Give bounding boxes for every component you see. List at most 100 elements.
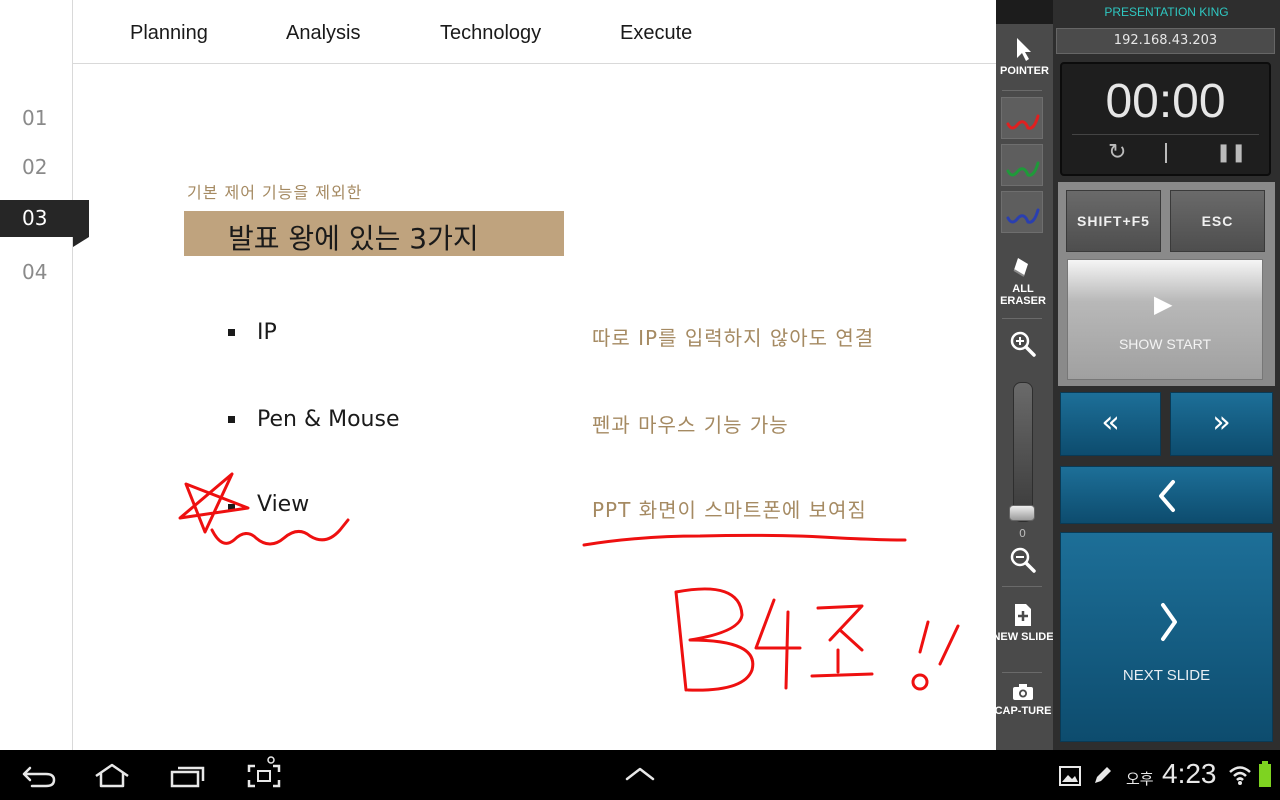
ink-star-scribble [178,472,250,534]
tool-strip-header [996,0,1053,24]
presentation-timer: 00:00 ↻ ❚❚ [1060,62,1271,176]
slide-view[interactable]: Planning Analysis Technology Execute 01 … [0,0,996,750]
slideshow-keys: SHIFT+F5 ESC ▶ SHOW START [1058,182,1275,386]
ink-handwriting-4 [754,598,802,690]
home-icon[interactable] [92,762,132,788]
wifi-icon [1229,766,1251,785]
timer-reset-icon[interactable]: ↻ [1108,140,1126,165]
tool-divider [1002,90,1042,91]
pointer-button[interactable]: POINTER [1000,36,1049,77]
item-label-ip: IP [257,320,277,345]
all-eraser-label: ALL ERASER [1000,283,1046,307]
eraser-icon [1013,258,1028,277]
chevron-right-icon [1161,603,1177,641]
first-slide-button[interactable]: « [1060,392,1161,456]
ink-wavy-underline [210,518,350,546]
green-pen-button[interactable] [1001,144,1043,186]
screenshot-icon[interactable] [246,756,282,790]
ink-handwriting-b [674,587,755,692]
tool-divider [1002,586,1042,587]
active-section-tab-tail [73,237,89,247]
item-label-pen-mouse: Pen & Mouse [257,407,400,432]
zoom-slider-knob[interactable] [1009,505,1035,521]
camera-icon [1013,684,1033,700]
item-label-view: View [257,492,310,517]
clock-ampm: 오후 [1126,770,1154,788]
screen: Planning Analysis Technology Execute 01 … [0,0,1280,800]
slide-left-rule [72,0,73,750]
ip-address-display: 192.168.43.203 [1056,28,1275,54]
esc-button[interactable]: ESC [1170,190,1265,252]
capture-label: CAP-TURE [994,705,1052,717]
ink-handwriting-dot [911,673,929,691]
zoom-slider-track[interactable] [1013,382,1033,522]
new-slide-label: NEW SLIDE [992,631,1054,643]
timer-separator [1165,143,1167,163]
up-chevron-icon[interactable] [624,766,656,782]
slide-subtitle: 기본 제어 기능을 제외한 [187,183,363,202]
next-slide-button[interactable]: NEXT SLIDE [1060,532,1273,742]
green-pen-icon [1006,161,1040,177]
last-slide-button[interactable]: » [1170,392,1273,456]
zoom-out-icon [1010,547,1036,573]
timer-display: 00:00 [1105,75,1226,128]
double-chevron-left-icon: « [1101,405,1120,440]
show-start-button[interactable]: ▶ SHOW START [1067,259,1263,380]
blue-pen-icon [1006,208,1040,224]
item-desc-view: PPT 화면이 스마트폰에 보여짐 [592,498,867,522]
pointer-icon [1017,38,1031,61]
pen-annotations [178,472,960,692]
tool-divider [1002,318,1042,319]
double-chevron-right-icon: » [1212,405,1231,440]
capture-button[interactable]: CAP-TURE [995,682,1051,717]
show-start-label: SHOW START [1118,336,1212,352]
slide-tab-technology: Technology [440,22,542,44]
ink-handwriting-jo [810,604,874,678]
zoom-in-button[interactable] [1000,330,1046,361]
slide-top-rule [72,63,996,64]
slide-tab-execute: Execute [620,22,693,44]
red-pen-button[interactable] [1001,97,1043,139]
pen-notification-icon [1095,767,1111,783]
back-icon[interactable] [22,764,56,788]
section-number-01: 01 [22,106,48,130]
recent-apps-icon[interactable] [170,764,206,788]
active-section-label: 03 [22,206,48,230]
blue-pen-button[interactable] [1001,191,1043,233]
new-slide-button[interactable]: NEW SLIDE [992,602,1054,643]
pointer-label: POINTER [1000,65,1049,77]
slide-tab-analysis: Analysis [286,22,361,44]
next-slide-label: NEXT SLIDE [1122,667,1211,684]
clock-time: 4:23 [1162,758,1217,789]
timer-pause-icon[interactable]: ❚❚ [1216,142,1246,163]
item-desc-pen-mouse: 펜과 마우스 기능 가능 [592,413,789,437]
tool-divider [1002,672,1042,673]
timer-divider [1072,134,1259,135]
bullet-view [228,504,235,511]
app-title: PRESENTATION KING [1104,5,1229,19]
battery-icon [1259,761,1271,787]
bullet-ip [228,329,235,336]
section-number-active: 03 [0,200,89,247]
section-number-04: 04 [22,260,48,284]
zoom-in-icon [1010,331,1036,357]
zoom-value: 0 [1019,527,1026,540]
slide-title: 발표 왕에 있는 3가지 [228,222,479,255]
tool-strip: POINTER ALL ERASER 0 NEW SLIDE CAP-TURE [992,0,1054,750]
control-panel: PRESENTATION KING 192.168.43.203 00:00 ↻… [1053,0,1280,750]
new-slide-icon [1015,604,1031,626]
zoom-out-button[interactable] [1000,546,1046,577]
all-eraser-button[interactable]: ALL ERASER [1000,254,1046,307]
shift-f5-button[interactable]: SHIFT+F5 [1066,190,1161,252]
red-pen-icon [1006,114,1040,130]
ink-underline-view-desc [582,533,907,547]
slide-title-box: 발표 왕에 있는 3가지 [184,211,564,256]
gallery-notification-icon [1059,766,1081,786]
bullet-pen-mouse [228,416,235,423]
ink-handwriting-exclaim [918,620,960,666]
section-number-02: 02 [22,155,48,179]
play-icon: ▶ [1154,291,1173,318]
previous-slide-button[interactable] [1060,466,1273,524]
item-desc-ip: 따로 IP를 입력하지 않아도 연결 [592,326,875,350]
slide-tab-planning: Planning [130,22,208,44]
